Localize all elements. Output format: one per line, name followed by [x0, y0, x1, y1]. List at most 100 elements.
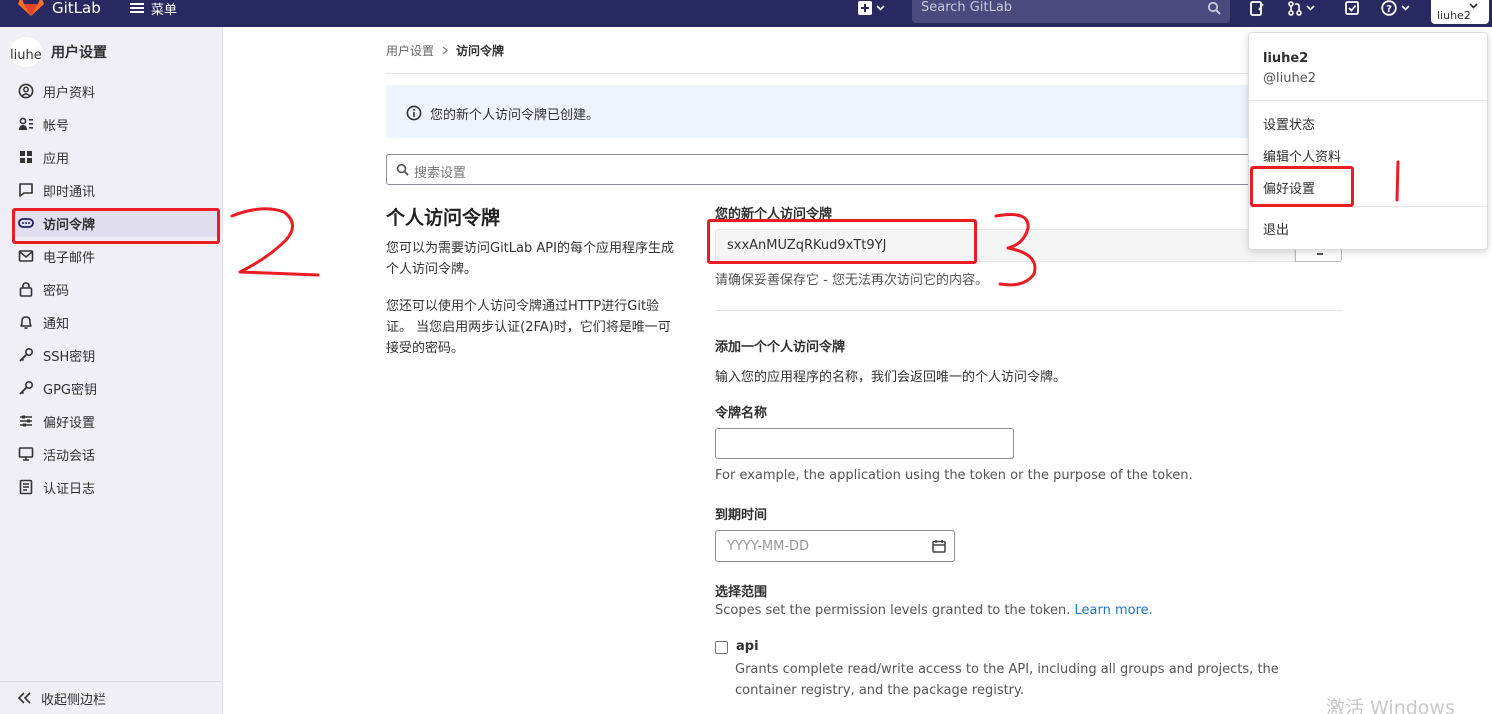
annotation-box-preferences	[1250, 166, 1354, 207]
global-search-input[interactable]: Search GitLab	[912, 0, 1230, 23]
token-name-hint: For example, the application using the t…	[715, 468, 1193, 483]
dropdown-username[interactable]: @liuhe2	[1263, 71, 1316, 86]
sidebar-item-profile[interactable]: 用户资料	[12, 77, 218, 105]
sidebar-item-label: 密码	[43, 283, 70, 299]
new-dropdown-button[interactable]	[858, 0, 885, 16]
menu-label: 菜单	[151, 2, 178, 18]
sidebar-item-label: 应用	[43, 151, 70, 167]
sidebar-item-label: 电子邮件	[43, 250, 96, 266]
add-token-description: 输入您的应用程序的名称，我们会返回唯一的个人访问令牌。	[715, 370, 1067, 385]
token-name-input[interactable]	[715, 428, 1014, 459]
todos-button[interactable]	[1345, 0, 1359, 16]
sidebar-item-active-sessions[interactable]: 活动会话	[12, 440, 218, 468]
alert-text: 您的新个人访问令牌已创建。	[430, 108, 600, 123]
sign-out-item[interactable]: 退出	[1263, 219, 1289, 238]
avatar: liuhe	[10, 37, 42, 67]
sidebar-item-email[interactable]: 电子邮件	[12, 242, 218, 270]
email-icon	[18, 250, 34, 262]
expiry-placeholder: YYYY-MM-DD	[727, 539, 810, 554]
expiry-label: 到期时间	[715, 508, 768, 523]
scopes-text: Scopes set the permission levels granted…	[715, 603, 1071, 618]
annotation-box-token	[707, 219, 977, 264]
breadcrumb-current[interactable]: 访问令牌	[456, 42, 504, 59]
breadcrumb-parent[interactable]: 用户设置	[386, 42, 434, 59]
key-icon	[19, 380, 34, 395]
sidebar-item-label: 帐号	[43, 118, 70, 134]
gitlab-logo-icon[interactable]	[18, 0, 44, 16]
sidebar-title: 用户设置	[51, 45, 107, 61]
dropdown-divider	[1249, 100, 1487, 101]
sidebar-item-label: 用户资料	[43, 85, 96, 101]
settings-sidebar: liuhe 用户设置 用户资料 帐号 应用 即时通讯 访问令牌 电子邮件 密码 …	[0, 27, 223, 714]
collapse-sidebar-button[interactable]: 收起侧边栏	[0, 681, 222, 714]
windows-activation-watermark: 激活 Windows	[1326, 697, 1455, 714]
lock-icon	[19, 282, 33, 297]
scopes-description: Scopes set the permission levels granted…	[715, 603, 1153, 618]
annotation-number-2	[230, 207, 320, 277]
account-icon	[19, 117, 33, 130]
section-description-2fa: 您还可以使用个人访问令牌通过HTTP进行Git验证。 当您启用两步认证(2FA)…	[386, 299, 671, 356]
expiry-date-input[interactable]: YYYY-MM-DD	[715, 530, 955, 562]
hamburger-icon	[130, 3, 144, 13]
key-icon	[19, 347, 34, 362]
user-avatar: liuhe2	[1437, 9, 1471, 22]
bell-icon	[20, 316, 32, 329]
sidebar-item-ssh-keys[interactable]: SSH密钥	[12, 341, 218, 369]
sidebar-item-label: 即时通讯	[43, 184, 96, 200]
issues-button[interactable]	[1250, 0, 1264, 16]
sidebar-item-chat[interactable]: 即时通讯	[12, 176, 218, 204]
monitor-icon	[18, 447, 34, 461]
top-navbar: GitLab 菜单 Search GitLab ? liuhe2	[0, 0, 1492, 27]
sidebar-item-label: 活动会话	[43, 448, 96, 464]
page-title: 个人访问令牌	[386, 207, 501, 229]
chevron-down-icon	[1401, 5, 1410, 11]
add-token-title: 添加一个个人访问令牌	[715, 340, 846, 355]
scopes-label: 选择范围	[715, 585, 768, 600]
double-chevron-left-icon	[18, 692, 31, 704]
todo-check-icon	[1345, 1, 1359, 15]
help-button[interactable]: ?	[1381, 0, 1410, 16]
menu-button[interactable]: 菜单	[130, 0, 178, 18]
chevron-down-icon	[1469, 3, 1478, 9]
sidebar-header[interactable]: liuhe 用户设置	[10, 37, 220, 67]
help-icon: ?	[1381, 0, 1397, 16]
sidebar-item-gpg-keys[interactable]: GPG密钥	[12, 374, 218, 402]
chat-icon	[19, 183, 33, 197]
set-status-item[interactable]: 设置状态	[1263, 114, 1315, 133]
sidebar-item-label: GPG密钥	[43, 382, 97, 398]
api-scope-checkbox[interactable]	[715, 641, 728, 654]
chevron-down-icon	[876, 5, 885, 11]
sidebar-item-auth-log[interactable]: 认证日志	[12, 473, 218, 501]
sidebar-item-applications[interactable]: 应用	[12, 143, 218, 171]
success-alert: 您的新个人访问令牌已创建。	[386, 85, 1342, 138]
sidebar-item-label: 通知	[43, 316, 70, 332]
search-icon	[396, 163, 409, 176]
svg-text:?: ?	[1386, 4, 1392, 15]
merge-request-icon	[1288, 0, 1302, 16]
sidebar-item-preferences[interactable]: 偏好设置	[12, 407, 218, 435]
settings-search-input[interactable]: 搜索设置	[386, 154, 1342, 185]
applications-icon	[20, 151, 32, 163]
dropdown-user-name[interactable]: liuhe2	[1263, 51, 1308, 66]
user-dropdown-menu: liuhe2 @liuhe2 设置状态 编辑个人资料 偏好设置 退出	[1248, 32, 1488, 250]
sidebar-item-label: 认证日志	[43, 481, 96, 497]
learn-more-link[interactable]: Learn more.	[1074, 603, 1152, 618]
edit-profile-item[interactable]: 编辑个人资料	[1263, 146, 1341, 165]
merge-requests-button[interactable]	[1288, 0, 1315, 16]
profile-icon	[18, 83, 34, 99]
user-avatar-button[interactable]: liuhe2	[1431, 0, 1489, 24]
api-scope-label[interactable]: api	[736, 639, 759, 654]
search-placeholder: Search GitLab	[921, 0, 1013, 15]
brand-name[interactable]: GitLab	[52, 0, 101, 16]
api-scope-description: Grants complete read/write access to the…	[735, 662, 1279, 698]
token-name-label: 令牌名称	[715, 406, 768, 421]
sidebar-item-label: SSH密钥	[43, 349, 96, 365]
sidebar-item-notifications[interactable]: 通知	[12, 308, 218, 336]
calendar-icon[interactable]	[932, 539, 946, 553]
annotation-box-access-tokens	[12, 208, 220, 244]
section-description: 您可以为需要访问GitLab API的每个应用程序生成个人访问令牌。	[386, 241, 674, 277]
sidebar-item-password[interactable]: 密码	[12, 275, 218, 303]
sidebar-item-account[interactable]: 帐号	[12, 110, 218, 138]
breadcrumb-divider	[386, 73, 1342, 74]
chevron-right-icon	[442, 46, 449, 55]
